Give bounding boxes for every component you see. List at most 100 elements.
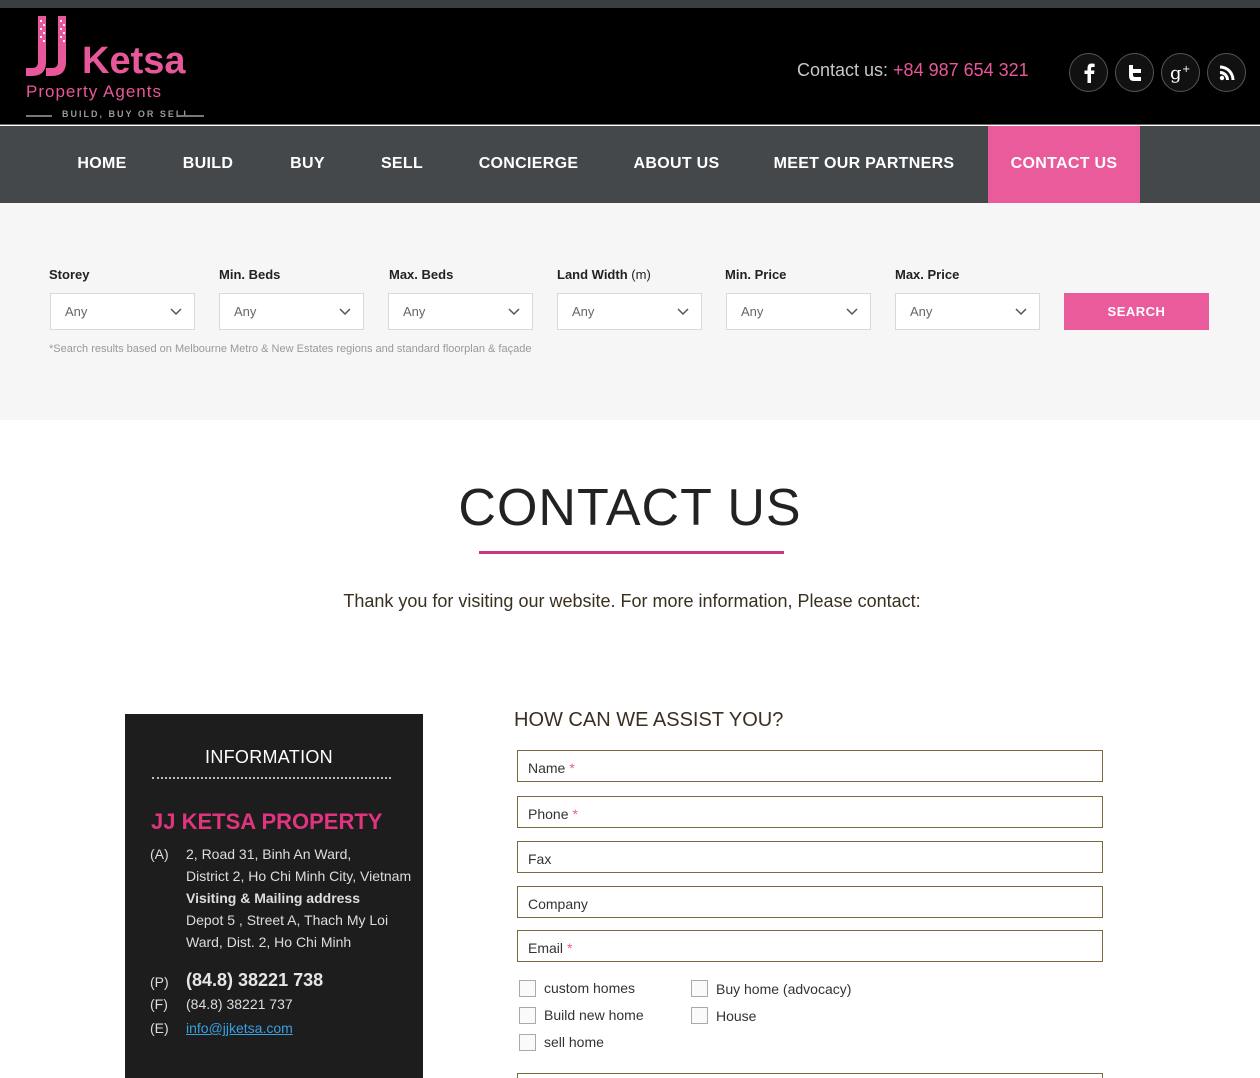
storey-label: Storey bbox=[49, 267, 90, 282]
min-price-label: Min. Price bbox=[725, 267, 787, 282]
fax-placeholder-text: Fax bbox=[528, 851, 552, 867]
logo-tag-divider bbox=[26, 115, 52, 117]
checkbox-sell-home[interactable] bbox=[519, 1034, 536, 1051]
rss-icon[interactable] bbox=[1207, 53, 1246, 92]
nav-item-meet-our-partners[interactable]: MEET OUR PARTNERS bbox=[756, 126, 972, 203]
min-price-select[interactable]: Any bbox=[726, 293, 871, 330]
chevron-down-icon bbox=[846, 308, 858, 316]
search-note: *Search results based on Melbourne Metro… bbox=[49, 343, 532, 355]
max-beds-select[interactable]: Any bbox=[388, 293, 533, 330]
logo-subtitle: Property Agents bbox=[26, 82, 162, 101]
email-key: (E) bbox=[150, 1020, 169, 1036]
phone-placeholder-text: Phone bbox=[528, 806, 569, 822]
land-width-label: Land Width (m) bbox=[557, 267, 651, 282]
fax-field-placeholder: Fax bbox=[528, 851, 551, 867]
phone-field-placeholder: Phone * bbox=[528, 806, 578, 822]
storey-select[interactable]: Any bbox=[50, 293, 195, 330]
checkbox-label-buy-home-advocacy: Buy home (advocacy) bbox=[716, 981, 852, 997]
required-mark: * bbox=[572, 806, 578, 822]
checkbox-label-sell-home: sell home bbox=[544, 1034, 604, 1050]
storey-select-value: Any bbox=[65, 304, 88, 319]
site-logo[interactable]: Ketsa Property Agents BUILD, BUY OR SELL bbox=[24, 14, 214, 119]
mailing-heading: Visiting & Mailing address bbox=[186, 890, 361, 906]
mailing-line: Ward, Dist. 2, Ho Chi Minh bbox=[186, 934, 352, 950]
min-beds-select-value: Any bbox=[234, 304, 257, 319]
max-price-select-value: Any bbox=[910, 304, 933, 319]
nav-item-build[interactable]: BUILD bbox=[164, 126, 252, 203]
min-beds-label: Min. Beds bbox=[219, 267, 281, 282]
checkbox-build-new-home[interactable] bbox=[519, 1007, 536, 1024]
message-field[interactable] bbox=[517, 1073, 1103, 1078]
site-header: Ketsa Property Agents BUILD, BUY OR SELL… bbox=[0, 8, 1260, 125]
nav-item-home[interactable]: HOME bbox=[58, 126, 146, 203]
form-heading: HOW CAN WE ASSIST YOU? bbox=[514, 709, 784, 731]
header-contact-phone[interactable]: +84 987 654 321 bbox=[893, 60, 1029, 80]
google-plus-icon[interactable]: g + bbox=[1161, 53, 1200, 92]
email-placeholder-text: Email bbox=[528, 940, 564, 956]
max-price-label: Max. Price bbox=[895, 267, 960, 282]
chevron-down-icon bbox=[1015, 308, 1027, 316]
required-mark: * bbox=[569, 760, 575, 776]
header-contact-label: Contact us: bbox=[797, 60, 894, 80]
title-underline bbox=[479, 551, 784, 554]
nav-item-concierge[interactable]: CONCIERGE bbox=[460, 126, 597, 203]
main-nav: HOME BUILD BUY SELL CONCIERGE ABOUT US M… bbox=[0, 126, 1260, 203]
phone-number: (84.8) 38221 738 bbox=[186, 970, 324, 990]
logo-mark-icon bbox=[26, 16, 66, 76]
checkbox-buy-home-advocacy[interactable] bbox=[691, 980, 708, 997]
information-heading: INFORMATION bbox=[205, 747, 333, 767]
min-price-select-value: Any bbox=[741, 304, 764, 319]
nav-item-about-us[interactable]: ABOUT US bbox=[615, 126, 738, 203]
header-contact: Contact us: +84 987 654 321 bbox=[797, 60, 1029, 81]
nav-item-contact-us[interactable]: CONTACT US bbox=[988, 126, 1140, 203]
information-divider bbox=[152, 777, 391, 779]
address-key: (A) bbox=[150, 846, 169, 862]
chevron-down-icon bbox=[339, 308, 351, 316]
company-placeholder-text: Company bbox=[528, 896, 588, 912]
mailing-line: Depot 5 , Street A, Thach My Loi bbox=[186, 912, 389, 928]
property-search: Storey Min. Beds Max. Beds Land Width (m… bbox=[0, 203, 1260, 420]
land-width-label-text: Land Width bbox=[557, 267, 628, 282]
top-strip bbox=[0, 0, 1260, 8]
page-title: CONTACT US bbox=[458, 479, 802, 537]
email-field-placeholder: Email * bbox=[528, 940, 572, 956]
address-line: 2, Road 31, Binh An Ward, bbox=[186, 846, 352, 862]
phone-key: (P) bbox=[150, 974, 169, 990]
min-beds-select[interactable]: Any bbox=[219, 293, 364, 330]
fax-key: (F) bbox=[150, 996, 168, 1012]
checkbox-label-build-new-home: Build new home bbox=[544, 1007, 644, 1023]
logo-tag-divider bbox=[178, 115, 204, 117]
information-panel: INFORMATION JJ KETSA PROPERTY (A) 2, Roa… bbox=[125, 714, 423, 1078]
chevron-down-icon bbox=[170, 308, 182, 316]
svg-text:+: + bbox=[1182, 64, 1190, 75]
land-width-select[interactable]: Any bbox=[557, 293, 702, 330]
name-field-placeholder: Name * bbox=[528, 760, 575, 776]
logo-brand-name: Ketsa bbox=[82, 40, 186, 82]
checkbox-custom-homes[interactable] bbox=[519, 980, 536, 997]
max-beds-label: Max. Beds bbox=[389, 267, 454, 282]
email-field[interactable]: Email * bbox=[517, 930, 1103, 962]
facebook-icon[interactable] bbox=[1069, 53, 1108, 92]
svg-text:g: g bbox=[1170, 63, 1182, 83]
land-width-unit: (m) bbox=[631, 267, 651, 282]
max-beds-select-value: Any bbox=[403, 304, 426, 319]
nav-item-sell[interactable]: SELL bbox=[362, 126, 442, 203]
required-mark: * bbox=[567, 940, 573, 956]
fax-field[interactable]: Fax bbox=[517, 841, 1103, 873]
address-line: District 2, Ho Chi Minh City, Vietnam bbox=[186, 868, 412, 884]
max-price-select[interactable]: Any bbox=[895, 293, 1040, 330]
company-field-placeholder: Company bbox=[528, 896, 588, 912]
company-name: JJ KETSA PROPERTY bbox=[151, 809, 383, 834]
phone-field[interactable]: Phone * bbox=[517, 796, 1103, 828]
checkbox-house[interactable] bbox=[691, 1007, 708, 1024]
twitter-icon[interactable] bbox=[1115, 53, 1154, 92]
name-field[interactable]: Name * bbox=[517, 750, 1103, 782]
chevron-down-icon bbox=[508, 308, 520, 316]
checkbox-label-custom-homes: custom homes bbox=[544, 980, 636, 996]
nav-item-buy[interactable]: BUY bbox=[270, 126, 345, 203]
search-button[interactable]: SEARCH bbox=[1064, 293, 1209, 330]
company-field[interactable]: Company bbox=[517, 886, 1103, 918]
email-link[interactable]: info@jjketsa.com bbox=[186, 1020, 293, 1036]
fax-number: (84.8) 38221 737 bbox=[186, 996, 293, 1012]
checkbox-label-house: House bbox=[716, 1008, 757, 1024]
